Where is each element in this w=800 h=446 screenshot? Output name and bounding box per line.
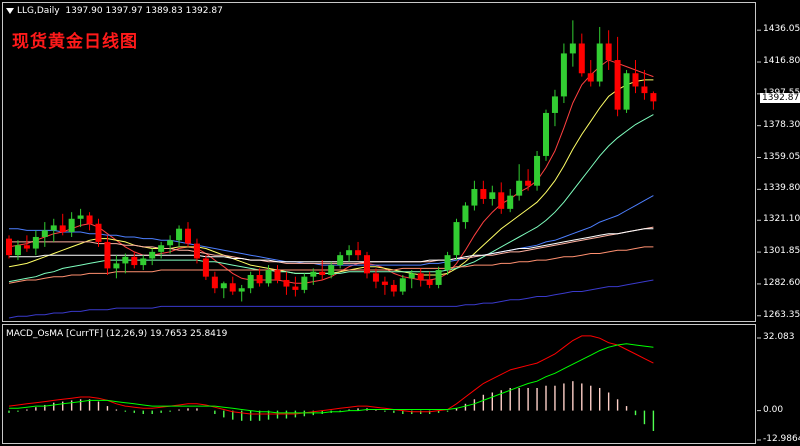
- candle-body: [623, 73, 630, 110]
- candle-body: [337, 255, 344, 266]
- candle-body: [140, 258, 147, 266]
- candle-body: [238, 288, 245, 292]
- candle-body: [489, 192, 496, 199]
- candle-body: [650, 93, 657, 102]
- candle-body: [202, 258, 209, 277]
- candle-body: [211, 276, 218, 289]
- candle-body: [220, 283, 227, 289]
- chart-title: 现货黄金日线图: [12, 32, 138, 52]
- candle-body: [632, 73, 639, 87]
- macd-axis-label: 0.00: [763, 404, 784, 415]
- candle-body: [435, 270, 442, 285]
- chart-canvas: [6, 20, 761, 441]
- price-axis-label: 1282.60: [763, 277, 800, 288]
- macd-signal-line: [9, 343, 654, 414]
- chart-collapse-icon[interactable]: [6, 7, 14, 14]
- candle-body: [292, 286, 299, 290]
- price-axis-label: 1359.05: [763, 151, 800, 162]
- candle-body: [158, 245, 165, 252]
- candle-body: [95, 223, 102, 242]
- candle-body: [408, 273, 415, 279]
- candle-body: [247, 275, 254, 289]
- moving-average-line: [8, 279, 654, 319]
- candle-body: [399, 278, 406, 292]
- candle-body: [122, 256, 129, 264]
- candle-body: [641, 86, 648, 94]
- candle-body: [319, 271, 326, 276]
- candle-body: [68, 218, 75, 233]
- candle-body: [390, 284, 397, 292]
- candle-body: [32, 236, 39, 249]
- candle-body: [525, 180, 532, 186]
- price-axis-label: 1339.80: [763, 183, 800, 194]
- candle-body: [283, 279, 290, 287]
- price-axis: 1436.051416.801397.551378.301359.051339.…: [757, 0, 800, 322]
- candle-body: [274, 270, 281, 280]
- candle-body: [614, 60, 621, 110]
- price-axis-label: 1378.30: [763, 119, 800, 130]
- candle-body: [534, 155, 541, 186]
- candle-body: [185, 228, 191, 244]
- candle-body: [587, 73, 594, 82]
- candle-body: [14, 245, 21, 256]
- candle-body: [471, 189, 478, 206]
- ohlc-values: 1397.90 1397.97 1389.83 1392.87: [65, 6, 223, 16]
- candle-body: [551, 96, 558, 113]
- candle-body: [77, 215, 84, 219]
- candle-body: [453, 222, 460, 256]
- macd-line: [8, 335, 654, 415]
- candle-body: [364, 255, 370, 274]
- candle-body: [417, 273, 424, 280]
- price-axis-label: 1436.05: [763, 24, 800, 35]
- candle-body: [381, 281, 388, 285]
- candle-body: [41, 230, 48, 237]
- candle-body: [23, 245, 30, 249]
- candle-body: [104, 241, 111, 269]
- macd-axis: 32.083 0.00 -12.9864: [757, 324, 800, 446]
- candle-body: [605, 43, 612, 61]
- candle-body: [328, 265, 335, 276]
- price-axis-label: 1416.80: [763, 56, 800, 67]
- candle-body: [301, 276, 308, 290]
- candle-body: [355, 250, 362, 256]
- candle-body: [167, 240, 174, 246]
- symbol-label: LLG,Daily: [17, 6, 60, 16]
- candle-body: [193, 243, 200, 259]
- candle-body: [176, 228, 183, 241]
- candle-body: [6, 238, 12, 256]
- candle-body: [131, 256, 138, 266]
- price-axis-label: 1263.35: [763, 309, 800, 320]
- candle-body: [149, 251, 156, 259]
- candle-body: [516, 180, 523, 196]
- candle-body: [310, 271, 317, 277]
- candle-body: [372, 273, 379, 282]
- macd-axis-label: 32.083: [763, 332, 795, 342]
- current-price-tag: 1392.87: [760, 93, 800, 103]
- candle-body: [560, 53, 567, 97]
- candle-body: [426, 279, 433, 285]
- candle-body: [444, 255, 451, 271]
- macd-label: MACD_OsMA [CurrTF] (12,26,9) 19.7653 25.…: [6, 329, 228, 339]
- candle-body: [543, 112, 549, 156]
- candle-body: [50, 225, 57, 231]
- candle-body: [346, 250, 353, 256]
- candle-body: [569, 43, 576, 54]
- chart-header: LLG,Daily 1397.90 1397.97 1389.83 1392.8…: [6, 6, 223, 16]
- macd-axis-label: -12.9864: [763, 434, 800, 444]
- candle-body: [59, 225, 66, 233]
- candle-body: [86, 215, 93, 224]
- candle-body: [462, 205, 469, 223]
- candle-body: [113, 263, 120, 269]
- price-axis-label: 1301.85: [763, 246, 800, 257]
- candle-body: [256, 275, 263, 284]
- candle-body: [480, 189, 487, 199]
- candle-body: [578, 43, 585, 74]
- price-axis-label: 1321.10: [763, 214, 800, 225]
- candle-body: [507, 195, 514, 209]
- candle-body: [498, 192, 505, 209]
- candle-body: [265, 270, 272, 284]
- candle-body: [229, 283, 236, 292]
- candle-body: [596, 43, 603, 82]
